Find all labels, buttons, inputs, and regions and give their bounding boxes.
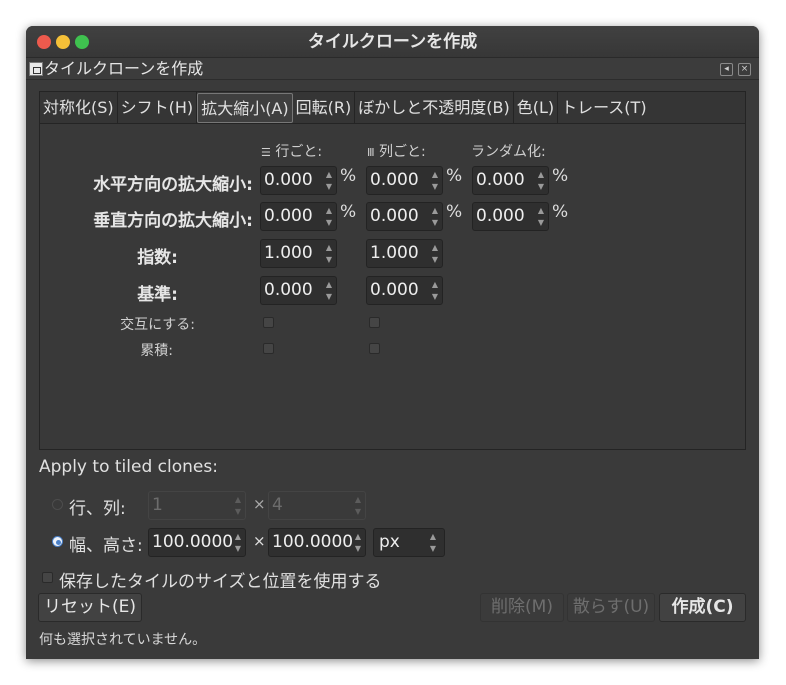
- vertical-scale-random-spin[interactable]: 0.000 ▲ ▼: [472, 202, 549, 231]
- spin-arrows-icon[interactable]: ▲ ▼: [323, 169, 335, 193]
- times-sign: ×: [253, 532, 266, 550]
- tab-symmetry[interactable]: 対称化(S): [40, 92, 118, 123]
- percent-unit: %: [446, 202, 463, 222]
- horizontal-scale-label: 水平方向の拡大縮小:: [93, 175, 253, 195]
- title-bar: タイルクローンを作成: [26, 26, 759, 58]
- delete-button[interactable]: 削除(M): [480, 593, 564, 622]
- percent-unit: %: [340, 166, 357, 186]
- width-spin[interactable]: 100.0000 ▲ ▼: [148, 528, 246, 557]
- use-saved-size-label: 保存したタイルのサイズと位置を使用する: [59, 572, 382, 592]
- tab-blur-opacity[interactable]: ぼかしと不透明度(B): [355, 92, 514, 123]
- spin-arrows-icon[interactable]: ▲ ▼: [352, 531, 364, 555]
- rows-icon: ☰: [261, 146, 271, 159]
- cumulative-per-column-checkbox[interactable]: [369, 343, 380, 354]
- tab-scale[interactable]: 拡大縮小(A): [197, 93, 293, 123]
- random-header: ランダム化:: [471, 144, 546, 160]
- columns-spin[interactable]: 4 ▲ ▼: [268, 491, 366, 520]
- alternate-per-column-checkbox[interactable]: [369, 317, 380, 328]
- vertical-scale-per-column-spin[interactable]: 0.000 ▲ ▼: [366, 202, 443, 231]
- percent-unit: %: [340, 202, 357, 222]
- tab-shift[interactable]: シフト(H): [118, 92, 198, 123]
- unit-select[interactable]: px ▲ ▼: [373, 528, 445, 557]
- spin-arrows-icon[interactable]: ▲ ▼: [232, 494, 244, 518]
- spin-arrows-icon[interactable]: ▲ ▼: [352, 494, 364, 518]
- apply-heading: Apply to tiled clones:: [39, 457, 218, 477]
- vertical-scale-per-row-spin[interactable]: 0.000 ▲ ▼: [260, 202, 337, 231]
- status-text: 何も選択されていません。: [39, 632, 207, 648]
- alternate-per-row-checkbox[interactable]: [263, 317, 274, 328]
- base-per-row-spin[interactable]: 0.000 ▲ ▼: [260, 276, 337, 305]
- cumulative-label: 累積:: [140, 343, 173, 359]
- times-sign: ×: [253, 495, 266, 513]
- exponent-per-column-spin[interactable]: 1.000 ▲ ▼: [366, 239, 443, 268]
- tab-color[interactable]: 色(L): [514, 92, 559, 123]
- dock-close-icon[interactable]: ×: [738, 63, 751, 76]
- spin-arrows-icon[interactable]: ▲ ▼: [429, 205, 441, 229]
- width-height-label: 幅、高さ:: [69, 536, 143, 556]
- spin-arrows-icon[interactable]: ▲ ▼: [429, 169, 441, 193]
- tiled-clones-window: タイルクローンを作成 タイルクローンを作成 ◂ × 対称化(S) シフト(H) …: [26, 26, 759, 659]
- select-arrows-icon[interactable]: ▲ ▼: [427, 531, 439, 555]
- exponent-label: 指数:: [137, 248, 178, 268]
- cumulative-per-row-checkbox[interactable]: [263, 343, 274, 354]
- spin-arrows-icon[interactable]: ▲ ▼: [323, 242, 335, 266]
- spin-arrows-icon[interactable]: ▲ ▼: [535, 205, 547, 229]
- use-saved-size-checkbox[interactable]: [42, 572, 53, 583]
- dock-title: タイルクローンを作成: [44, 59, 204, 78]
- spin-arrows-icon[interactable]: ▲ ▼: [429, 242, 441, 266]
- tab-trace[interactable]: トレース(T): [558, 92, 649, 123]
- horizontal-scale-per-row-spin[interactable]: 0.000 ▲ ▼: [260, 166, 337, 195]
- window-title: タイルクローンを作成: [307, 32, 478, 52]
- base-label: 基準:: [137, 285, 178, 305]
- base-per-column-spin[interactable]: 0.000 ▲ ▼: [366, 276, 443, 305]
- percent-unit: %: [552, 166, 569, 186]
- rows-spin[interactable]: 1 ▲ ▼: [148, 491, 246, 520]
- spin-arrows-icon[interactable]: ▲ ▼: [232, 531, 244, 555]
- exponent-per-row-spin[interactable]: 1.000 ▲ ▼: [260, 239, 337, 268]
- per-column-header: Ⅲ 列ごと:: [367, 144, 426, 160]
- rows-columns-radio[interactable]: [52, 499, 63, 510]
- reset-button[interactable]: リセット(E): [38, 593, 142, 622]
- alternate-label: 交互にする:: [120, 317, 195, 333]
- dock-header: タイルクローンを作成 ◂ ×: [26, 58, 759, 80]
- horizontal-scale-per-column-spin[interactable]: 0.000 ▲ ▼: [366, 166, 443, 195]
- height-spin[interactable]: 100.0000 ▲ ▼: [268, 528, 366, 557]
- percent-unit: %: [446, 166, 463, 186]
- tiled-clones-icon: [29, 62, 43, 76]
- spin-arrows-icon[interactable]: ▲ ▼: [535, 169, 547, 193]
- dock-collapse-icon[interactable]: ◂: [720, 63, 733, 76]
- percent-unit: %: [552, 202, 569, 222]
- create-button[interactable]: 作成(C): [659, 593, 746, 622]
- tab-rotation[interactable]: 回転(R): [293, 92, 356, 123]
- horizontal-scale-random-spin[interactable]: 0.000 ▲ ▼: [472, 166, 549, 195]
- vertical-scale-label: 垂直方向の拡大縮小:: [93, 211, 253, 231]
- spin-arrows-icon[interactable]: ▲ ▼: [429, 279, 441, 303]
- per-row-header: ☰ 行ごと:: [261, 144, 323, 160]
- rows-columns-label: 行、列:: [69, 499, 126, 519]
- spin-arrows-icon[interactable]: ▲ ▼: [323, 279, 335, 303]
- tab-bar: 対称化(S) シフト(H) 拡大縮小(A) 回転(R) ぼかしと不透明度(B) …: [39, 91, 746, 123]
- scale-panel: ☰ 行ごと: Ⅲ 列ごと: ランダム化: 水平方向の拡大縮小: 0.000 ▲ ▼ …: [39, 123, 746, 450]
- unclump-button[interactable]: 散らす(U): [567, 593, 655, 622]
- width-height-radio[interactable]: [52, 536, 63, 547]
- spin-arrows-icon[interactable]: ▲ ▼: [323, 205, 335, 229]
- columns-icon: Ⅲ: [367, 146, 375, 159]
